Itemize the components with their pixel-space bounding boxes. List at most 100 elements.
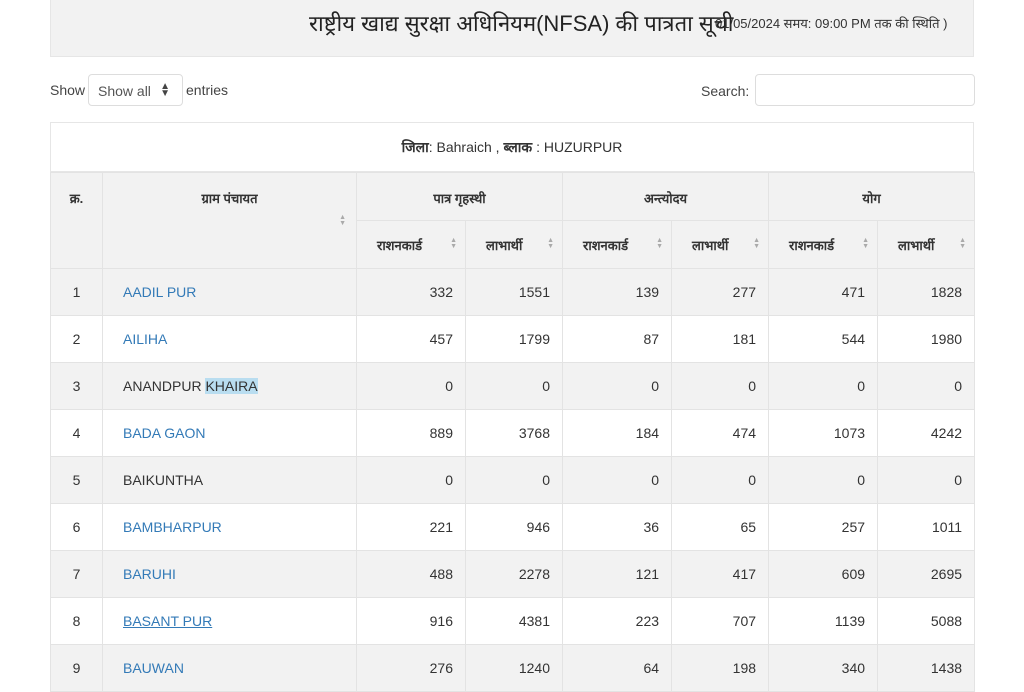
cell-value: 946 [464, 503, 564, 551]
cell-value: 0 [671, 456, 770, 504]
select-arrows-icon: ▲ ▼ [160, 81, 170, 99]
district-value: : Bahraich , [428, 139, 504, 155]
header-yog: योग [768, 172, 976, 221]
cell-sn: 6 [50, 503, 103, 551]
gram-panchayat-link[interactable]: AILIHA [123, 331, 167, 347]
gram-panchayat-link[interactable]: BADA GAON [123, 425, 205, 441]
cell-value: 0 [562, 362, 673, 410]
cell-sn: 1 [50, 268, 103, 316]
cell-value: 889 [356, 409, 466, 457]
block-label: ब्लाक [503, 139, 533, 155]
table-controls: Show Show all ▲ ▼ entries Search: [50, 74, 975, 108]
entries-select[interactable]: Show all ▲ ▼ [88, 74, 183, 106]
cell-value: 0 [356, 362, 466, 410]
header-g1-ration-card[interactable]: राशनकार्ड ▲ ▼ [356, 220, 466, 269]
search-input[interactable] [755, 74, 975, 106]
cell-value: 1073 [768, 409, 879, 457]
cell-sn: 8 [50, 597, 103, 645]
sort-icon: ▲ ▼ [753, 237, 761, 250]
cell-value: 0 [877, 456, 976, 504]
cell-value: 0 [356, 456, 466, 504]
sort-icon: ▲ ▼ [656, 237, 664, 250]
header-g3-beneficiary[interactable]: लाभार्थी ▲ ▼ [877, 220, 976, 269]
cell-sn: 5 [50, 456, 103, 504]
table-row: 7 BARUHI 488 2278 121 417 609 2695 [50, 550, 976, 598]
cell-value: 457 [356, 315, 466, 363]
header-patra-grihasthi: पात्र गृहस्थी [355, 172, 564, 221]
cell-value: 276 [356, 644, 466, 692]
cell-value: 64 [562, 644, 673, 692]
cell-sn: 2 [50, 315, 103, 363]
nfsa-table: क्र. ग्राम पंचायत ▲ ▼ पात्र गृहस्थी अन्त्य… [50, 172, 976, 692]
page-title: राष्ट्रीय खाद्य सुरक्षा अधिनियम(NFSA) की… [309, 11, 734, 36]
table-row: 6 BAMBHARPUR 221 946 36 65 257 1011 [50, 503, 976, 551]
sort-icon: ▲ ▼ [547, 237, 555, 250]
header-antyodaya: अन्त्योदय [562, 172, 770, 221]
cell-value: 181 [671, 315, 770, 363]
header-gram-panchayat[interactable]: ग्राम पंचायत ▲ ▼ [102, 172, 357, 269]
cell-sn: 7 [50, 550, 103, 598]
cell-value: 1240 [464, 644, 564, 692]
header-g2-ration-card[interactable]: राशनकार्ड ▲ ▼ [562, 220, 673, 269]
table-row: 8 BASANT PUR 916 4381 223 707 1139 5088 [50, 597, 976, 645]
search-label: Search: [701, 83, 750, 99]
status-timestamp: 01/05/2024 समय: 09:00 PM तक की स्थिति ) [715, 16, 948, 31]
gram-panchayat-link[interactable]: BAMBHARPUR [123, 519, 222, 535]
table-row: 5 BAIKUNTHA 0 0 0 0 0 0 [50, 456, 976, 504]
gram-panchayat-link[interactable]: BARUHI [123, 566, 176, 582]
cell-value: 0 [671, 362, 770, 410]
cell-value: 417 [671, 550, 770, 598]
page-header: राष्ट्रीय खाद्य सुरक्षा अधिनियम(NFSA) की… [50, 0, 974, 57]
cell-value: 223 [562, 597, 673, 645]
header-g1-beneficiary[interactable]: लाभार्थी ▲ ▼ [464, 220, 564, 269]
cell-gram-panchayat: AILIHA [102, 315, 357, 363]
cell-value: 87 [562, 315, 673, 363]
sort-icon: ▲ ▼ [959, 237, 967, 250]
sort-icon: ▲ ▼ [450, 237, 457, 250]
header-sn: क्र. [50, 172, 103, 269]
cell-value: 65 [671, 503, 770, 551]
gram-panchayat-name: ANANDPUR KHAIRA [123, 378, 258, 394]
entries-label: entries [186, 82, 229, 98]
cell-value: 1980 [877, 315, 976, 363]
gram-panchayat-link[interactable]: BASANT PUR [123, 613, 212, 629]
gram-panchayat-name: BAIKUNTHA [123, 472, 204, 488]
cell-gram-panchayat: ANANDPUR KHAIRA [102, 362, 357, 410]
cell-value: 474 [671, 409, 770, 457]
cell-value: 4381 [464, 597, 564, 645]
table-row: 3 ANANDPUR KHAIRA 0 0 0 0 0 0 [50, 362, 976, 410]
cell-value: 0 [464, 362, 564, 410]
cell-sn: 3 [50, 362, 103, 410]
show-label: Show [50, 82, 86, 98]
cell-value: 471 [768, 268, 879, 316]
gram-panchayat-link[interactable]: BAUWAN [123, 660, 184, 676]
cell-value: 0 [768, 456, 879, 504]
sort-icon: ▲ ▼ [862, 237, 870, 250]
entries-select-value: Show all [98, 83, 151, 99]
header-g2-beneficiary[interactable]: लाभार्थी ▲ ▼ [671, 220, 770, 269]
cell-value: 1011 [877, 503, 976, 551]
cell-sn: 9 [50, 644, 103, 692]
cell-value: 609 [768, 550, 879, 598]
gram-panchayat-link[interactable]: AADIL PUR [123, 284, 196, 300]
sort-icon: ▲ ▼ [339, 214, 346, 227]
table-body: 1 AADIL PUR 332 1551 139 277 471 1828 2 AILIHA 457… [50, 268, 976, 692]
cell-value: 3768 [464, 409, 564, 457]
cell-value: 198 [671, 644, 770, 692]
district-label: जिला [401, 139, 429, 155]
cell-gram-panchayat: BASANT PUR [102, 597, 357, 645]
cell-value: 221 [356, 503, 466, 551]
cell-value: 1551 [464, 268, 564, 316]
cell-gram-panchayat: BARUHI [102, 550, 357, 598]
cell-gram-panchayat: BAIKUNTHA [102, 456, 357, 504]
table-row: 4 BADA GAON 889 3768 184 474 1073 4242 [50, 409, 976, 457]
cell-value: 184 [562, 409, 673, 457]
cell-gram-panchayat: BAMBHARPUR [102, 503, 357, 551]
cell-value: 0 [464, 456, 564, 504]
header-g3-ration-card[interactable]: राशनकार्ड ▲ ▼ [768, 220, 879, 269]
cell-value: 1438 [877, 644, 976, 692]
cell-value: 2278 [464, 550, 564, 598]
selected-text: KHAIRA [205, 378, 258, 394]
cell-value: 707 [671, 597, 770, 645]
cell-value: 488 [356, 550, 466, 598]
